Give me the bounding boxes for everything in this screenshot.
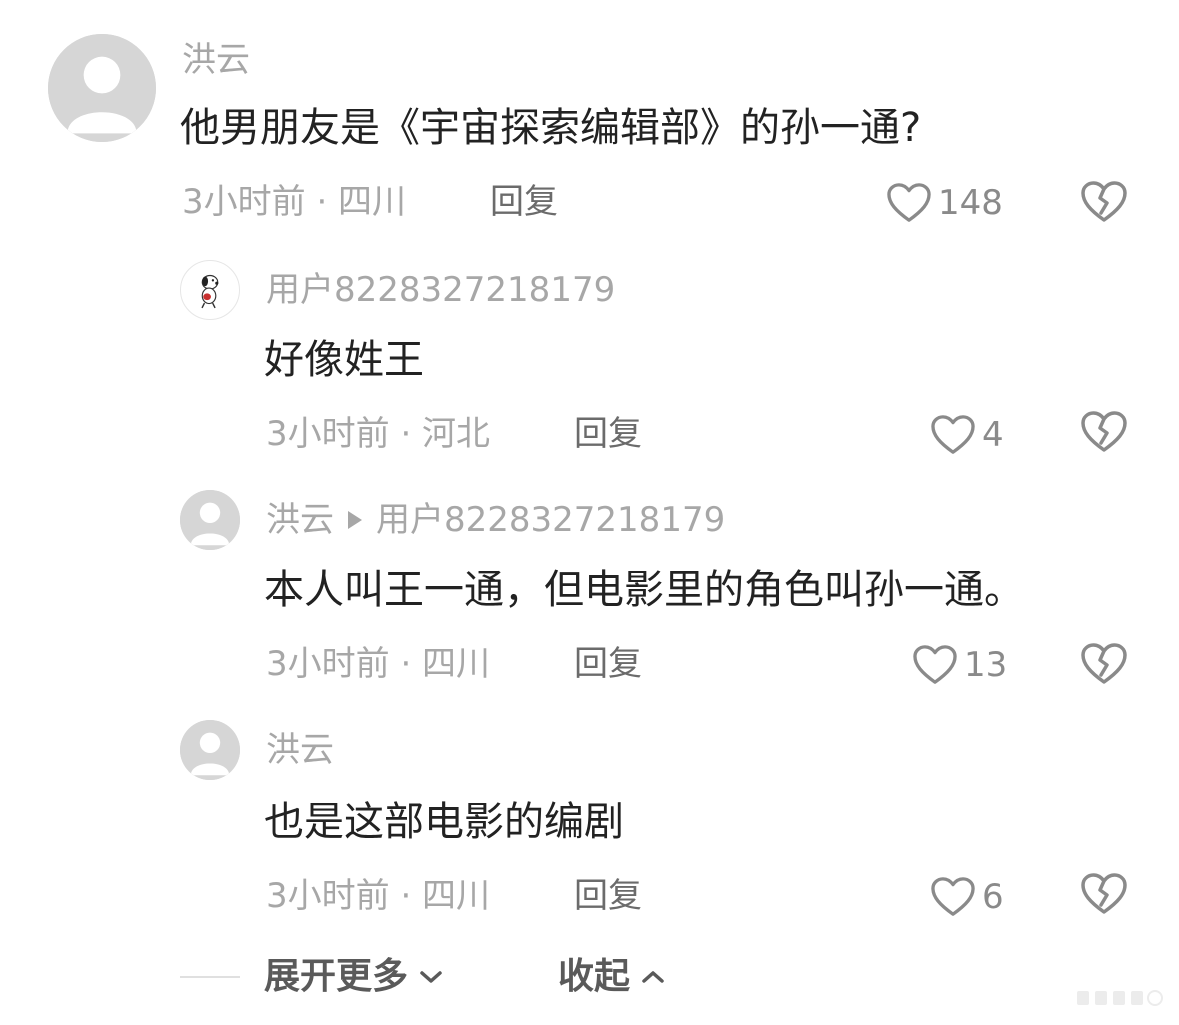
comment-meta: 3小时前 · 四川	[266, 876, 491, 916]
avatar[interactable]	[180, 490, 240, 550]
heart-outline-icon	[931, 877, 975, 916]
expand-label: 展开更多	[264, 956, 409, 997]
reply-item: 洪云 也是这部电影的编剧 3小时前 · 四川 回复 6	[0, 714, 1179, 934]
broken-heart-icon	[1081, 873, 1127, 914]
dislike-button[interactable]	[1080, 180, 1128, 224]
like-button[interactable]: 13	[912, 644, 1007, 686]
reply-button[interactable]: 回复	[490, 182, 558, 222]
reply-button[interactable]: 回复	[574, 414, 642, 454]
dislike-button[interactable]	[1080, 642, 1128, 686]
dislike-button[interactable]	[1080, 872, 1128, 916]
username-label: 洪云	[266, 500, 334, 540]
comment-item: 洪云 他男朋友是《宇宙探索编辑部》的孙一通? 3小时前 · 四川 回复 148	[0, 0, 1179, 240]
collapse-label: 收起	[558, 956, 631, 997]
username-label: 用户8228327218179	[266, 270, 616, 310]
comment-username[interactable]: 用户8228327218179	[266, 270, 615, 310]
heart-outline-icon	[931, 415, 975, 454]
watermark-logo	[1077, 990, 1163, 1006]
like-count: 148	[938, 183, 1003, 223]
broken-heart-icon	[1081, 181, 1127, 222]
like-button[interactable]: 148	[886, 182, 1003, 224]
replies-footer: 展开更多 收起	[0, 950, 1179, 1006]
heart-outline-icon	[913, 645, 957, 684]
comment-text: 好像姓王	[264, 337, 424, 383]
comment-username[interactable]: 洪云 用户8228327218179	[266, 500, 725, 540]
like-count: 13	[964, 645, 1008, 685]
divider	[180, 976, 240, 978]
snoopy-avatar-icon	[201, 274, 219, 309]
default-avatar-icon	[180, 720, 240, 780]
comment-username[interactable]: 洪云	[182, 40, 250, 80]
default-avatar-icon	[48, 34, 156, 142]
dislike-button[interactable]	[1080, 410, 1128, 454]
like-button[interactable]: 4	[930, 414, 1004, 456]
avatar[interactable]	[48, 34, 156, 142]
comment-username[interactable]: 洪云	[266, 730, 334, 770]
chevron-up-icon	[642, 971, 664, 983]
reply-button[interactable]: 回复	[574, 644, 642, 684]
chevron-down-icon	[420, 971, 442, 983]
avatar[interactable]	[180, 720, 240, 780]
username-label: 洪云	[182, 40, 250, 80]
comment-text: 本人叫王一通，但电影里的角色叫孙一通。	[264, 567, 1024, 613]
comment-text: 也是这部电影的编剧	[264, 799, 624, 845]
like-button[interactable]: 6	[930, 876, 1004, 918]
collapse-button[interactable]: 收起	[558, 956, 666, 998]
comment-meta: 3小时前 · 河北	[266, 414, 491, 454]
expand-more-button[interactable]: 展开更多	[264, 956, 444, 998]
like-count: 6	[982, 877, 1004, 917]
reply-arrow-icon	[348, 511, 362, 529]
reply-to-username[interactable]: 用户8228327218179	[376, 500, 725, 540]
comment-text: 他男朋友是《宇宙探索编辑部》的孙一通?	[180, 105, 922, 151]
broken-heart-icon	[1081, 411, 1127, 452]
reply-button[interactable]: 回复	[574, 876, 642, 916]
comment-meta: 3小时前 · 四川	[182, 182, 407, 222]
comment-meta: 3小时前 · 四川	[266, 644, 491, 684]
username-label: 洪云	[266, 730, 334, 770]
reply-item: 洪云 用户8228327218179 本人叫王一通，但电影里的角色叫孙一通。 3…	[0, 482, 1179, 702]
heart-outline-icon	[887, 183, 931, 222]
broken-heart-icon	[1081, 643, 1127, 684]
like-count: 4	[982, 415, 1004, 455]
avatar[interactable]	[180, 260, 240, 320]
reply-item: 用户8228327218179 好像姓王 3小时前 · 河北 回复 4	[0, 250, 1179, 470]
default-avatar-icon	[180, 490, 240, 550]
